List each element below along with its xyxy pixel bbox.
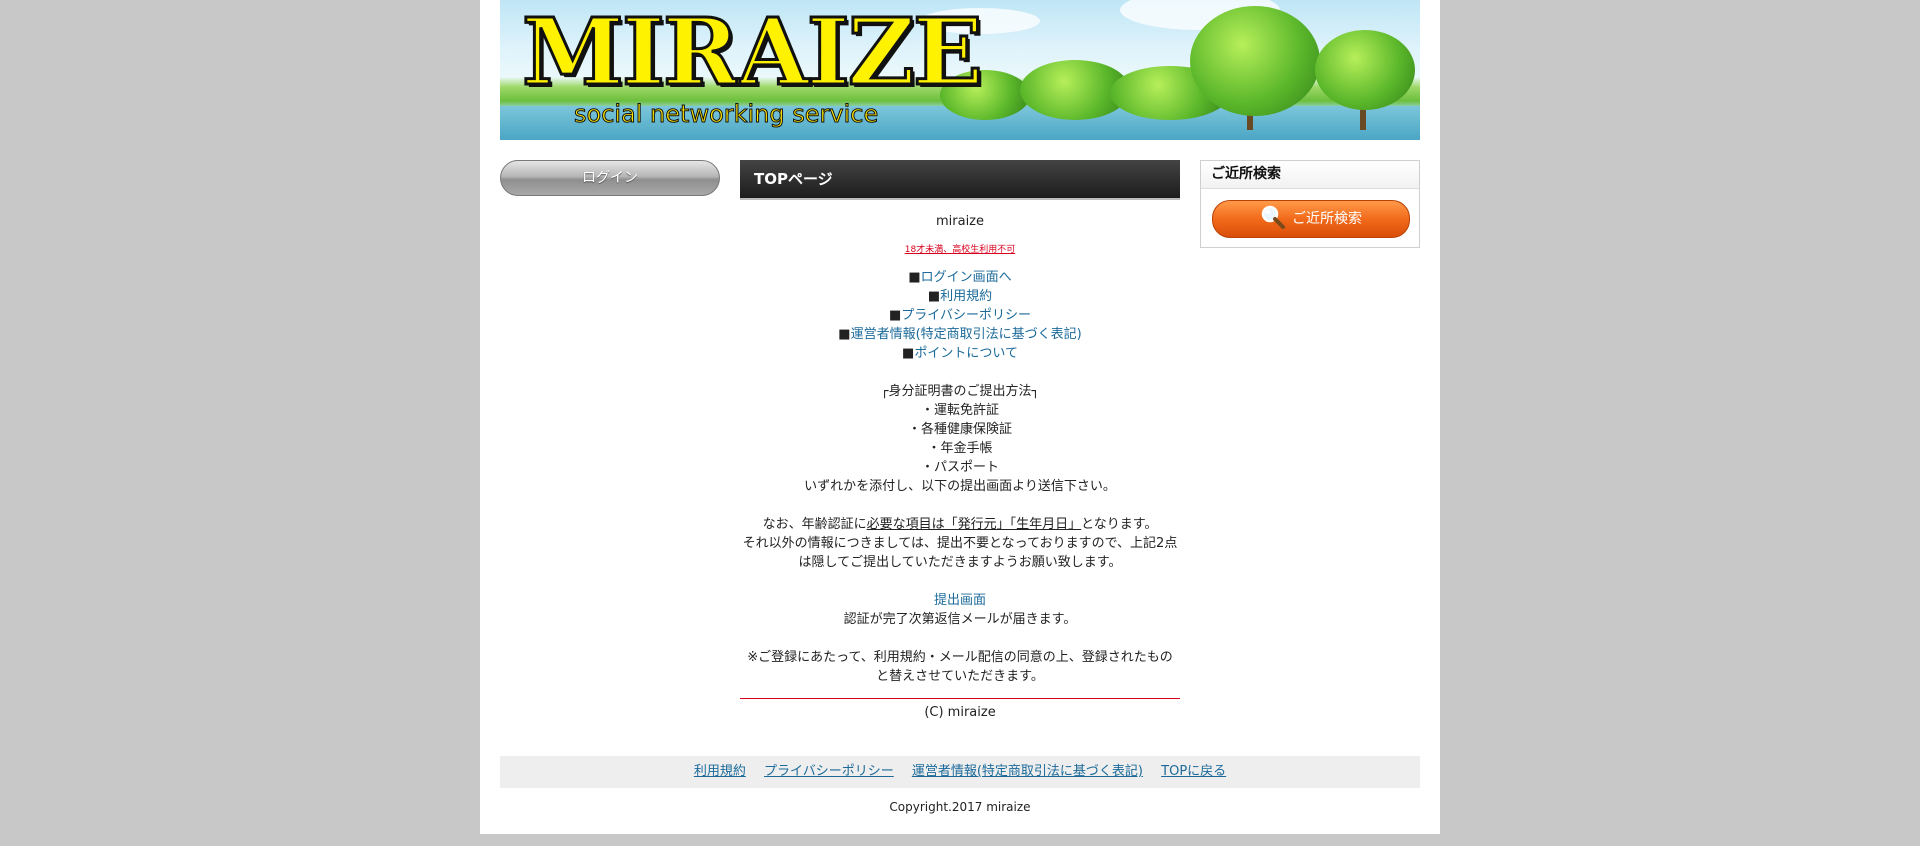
note-line: は隠してご提出していただきますようお願い致します。 [798, 555, 1122, 570]
note-text: なお、年齢認証に [762, 517, 867, 532]
nearby-search-title: ご近所検索 [1201, 161, 1419, 189]
age-verification-note: なお、年齢認証に必要な項目は「発行元」「生年月日」となります。 [740, 515, 1180, 534]
page: MIRAIZE social networking service ログイン T… [480, 0, 1440, 834]
points-link[interactable]: ポイントについて [914, 346, 1018, 361]
submit-page-link[interactable]: 提出画面 [934, 593, 986, 608]
brand-logo: MIRAIZE [520, 0, 984, 106]
bullet-icon: ■ [927, 289, 941, 304]
note-line: それ以外の情報につきましては、提出不要となっておりますので、上記2点 [742, 536, 1178, 551]
link-item: ■プライバシーポリシー [740, 306, 1180, 325]
nearby-search-button[interactable]: ご近所検索 [1212, 200, 1410, 238]
note-text: となります。 [1081, 517, 1158, 532]
submit-note: 認証が完了次第返信メールが届きます。 [843, 612, 1077, 627]
operator-info-link[interactable]: 運営者情報(特定商取引法に基づく表記) [851, 327, 1082, 342]
page-title: TOPページ [740, 160, 1180, 200]
id-item: ・各種健康保険証 [907, 422, 1012, 437]
register-note: ※ご登録にあたって、利用規約・メール配信の同意の上、登録されたもの [747, 650, 1173, 665]
privacy-policy-link[interactable]: プライバシーポリシー [901, 308, 1031, 323]
footer-links: 利用規約 プライバシーポリシー 運営者情報(特定商取引法に基づく表記) TOPに… [500, 756, 1420, 788]
main-content: TOPページ miraize 18才未満、高校生利用不可 ■ログイン画面へ ■利… [740, 160, 1180, 720]
footer-copyright: Copyright.2017 miraize [889, 800, 1031, 814]
id-instruction: いずれかを添付し、以下の提出画面より送信下さい。 [804, 479, 1116, 494]
id-heading: ┌身分証明書のご提出方法┐ [880, 384, 1040, 399]
content-copyright: (C) miraize [924, 705, 996, 720]
footer-terms-link[interactable]: 利用規約 [694, 764, 746, 779]
id-item: ・パスポート [920, 460, 999, 475]
nearby-search-label: ご近所検索 [1292, 211, 1362, 227]
link-item: ■利用規約 [740, 287, 1180, 306]
magnifier-icon [1260, 204, 1286, 230]
link-item: ■ポイントについて [740, 344, 1180, 363]
footer-operator-link[interactable]: 運営者情報(特定商取引法に基づく表記) [912, 764, 1143, 779]
note-required-items: 必要な項目は「発行元」「生年月日」 [866, 517, 1082, 532]
bullet-icon: ■ [902, 346, 915, 361]
link-item: ■ログイン画面へ [740, 268, 1180, 287]
id-item: ・運転免許証 [920, 403, 999, 418]
login-page-link[interactable]: ログイン画面へ [921, 270, 1012, 285]
site-name: miraize [935, 214, 985, 229]
age-notice: 18才未満、高校生利用不可 [904, 245, 1016, 255]
login-button[interactable]: ログイン [500, 160, 720, 196]
link-item: ■運営者情報(特定商取引法に基づく表記) [740, 325, 1180, 344]
id-item: ・年金手帳 [927, 441, 993, 456]
nearby-search-box: ご近所検索 ご近所検索 [1200, 160, 1420, 248]
tree-decoration [1190, 6, 1320, 116]
register-note: と替えさせていただきます。 [876, 669, 1044, 684]
divider [740, 698, 1180, 699]
footer-privacy-link[interactable]: プライバシーポリシー [764, 764, 894, 779]
bullet-icon: ■ [908, 270, 921, 285]
footer-top-link[interactable]: TOPに戻る [1161, 764, 1226, 779]
bullet-icon: ■ [888, 308, 902, 323]
bullet-icon: ■ [838, 327, 851, 342]
terms-link[interactable]: 利用規約 [940, 289, 992, 304]
tree-decoration [1315, 30, 1415, 110]
brand-tagline: social networking service [573, 100, 879, 129]
header-banner: MIRAIZE social networking service [500, 0, 1420, 140]
